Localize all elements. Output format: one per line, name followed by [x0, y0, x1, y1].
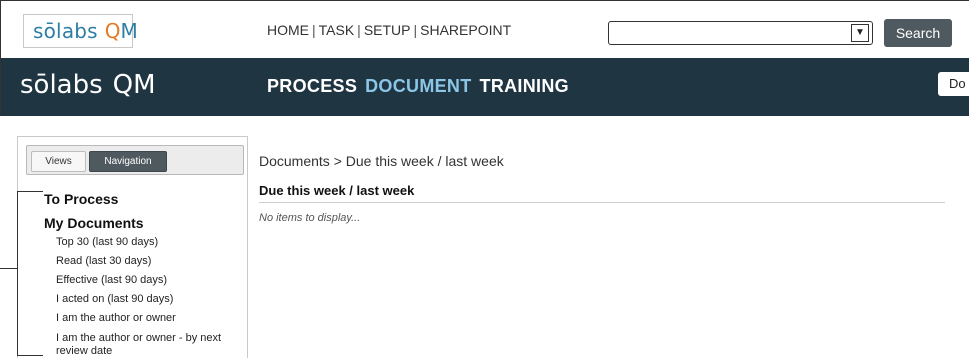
annotation-bracket-pointer [0, 268, 17, 269]
annotation-bracket [17, 191, 18, 355]
view-acted-on[interactable]: I acted on (last 90 days) [44, 292, 247, 311]
view-effective[interactable]: Effective (last 90 days) [44, 273, 247, 292]
logo-product-text: QM [104, 19, 138, 43]
breadcrumb-current: Due this week / last week [345, 153, 504, 169]
annotation-bracket-bottom [17, 355, 43, 356]
top-bar: sōlabs QM HOME | TASK | SETUP | SHAREPOINT ▼ S… [0, 0, 969, 58]
breadcrumb-separator: > [333, 153, 342, 169]
main-nav-training[interactable]: TRAINING [480, 76, 569, 97]
tab-views[interactable]: Views [31, 151, 86, 172]
tab-navigation[interactable]: Navigation [89, 151, 167, 172]
view-my-documents[interactable]: My Documents [44, 211, 247, 235]
view-author-owner-review-date[interactable]: I am the author or owner - by next revie… [44, 330, 247, 358]
nav-sharepoint-link[interactable]: SHAREPOINT [420, 22, 511, 38]
nav-separator: | [312, 22, 316, 38]
page-title: Due this week / last week [259, 183, 415, 198]
logo-product-text-large: QM [112, 70, 156, 100]
search-button[interactable]: Search [884, 19, 952, 47]
nav-separator: | [413, 22, 418, 38]
logo-q-letter: Q [104, 19, 121, 43]
left-panel: Views Navigation To Process My Documents… [17, 136, 248, 358]
top-navigation: HOME | TASK | SETUP | SHAREPOINT [267, 22, 511, 38]
main-nav-process[interactable]: PROCESS [267, 76, 357, 97]
views-list: To Process My Documents Top 30 (last 90 … [44, 187, 247, 358]
solabs-logo-small[interactable]: sōlabs QM [23, 14, 138, 48]
annotation-bracket-top [17, 191, 43, 192]
main-navigation: PROCESS DOCUMENT TRAINING [267, 76, 569, 97]
nav-home-link[interactable]: HOME [267, 22, 309, 38]
title-divider [259, 202, 945, 203]
search-scope-select[interactable]: ▼ [608, 21, 873, 45]
panel-tabs: Views Navigation [26, 145, 244, 175]
nav-separator: | [357, 22, 361, 38]
logo-brand-text: sōlabs [33, 19, 98, 43]
main-nav-document[interactable]: DOCUMENT [365, 76, 471, 97]
solabs-logo-large[interactable]: sōlabs QM [20, 70, 156, 100]
view-read[interactable]: Read (last 30 days) [44, 254, 247, 273]
view-top-30[interactable]: Top 30 (last 90 days) [44, 235, 247, 254]
view-to-process[interactable]: To Process [44, 187, 247, 211]
logo-brand-text-large: sōlabs [20, 70, 103, 100]
nav-task-link[interactable]: TASK [319, 22, 355, 38]
empty-list-message: No items to display... [259, 212, 361, 224]
view-author-owner[interactable]: I am the author or owner [44, 311, 247, 330]
banner-document-button[interactable]: Do [938, 72, 969, 96]
nav-setup-link[interactable]: SETUP [364, 22, 411, 38]
breadcrumb-documents-link[interactable]: Documents [259, 153, 330, 169]
chevron-down-icon[interactable]: ▼ [851, 24, 869, 42]
breadcrumb: Documents > Due this week / last week [259, 153, 504, 169]
main-banner: sōlabs QM PROCESS DOCUMENT TRAINING Do [0, 58, 969, 116]
